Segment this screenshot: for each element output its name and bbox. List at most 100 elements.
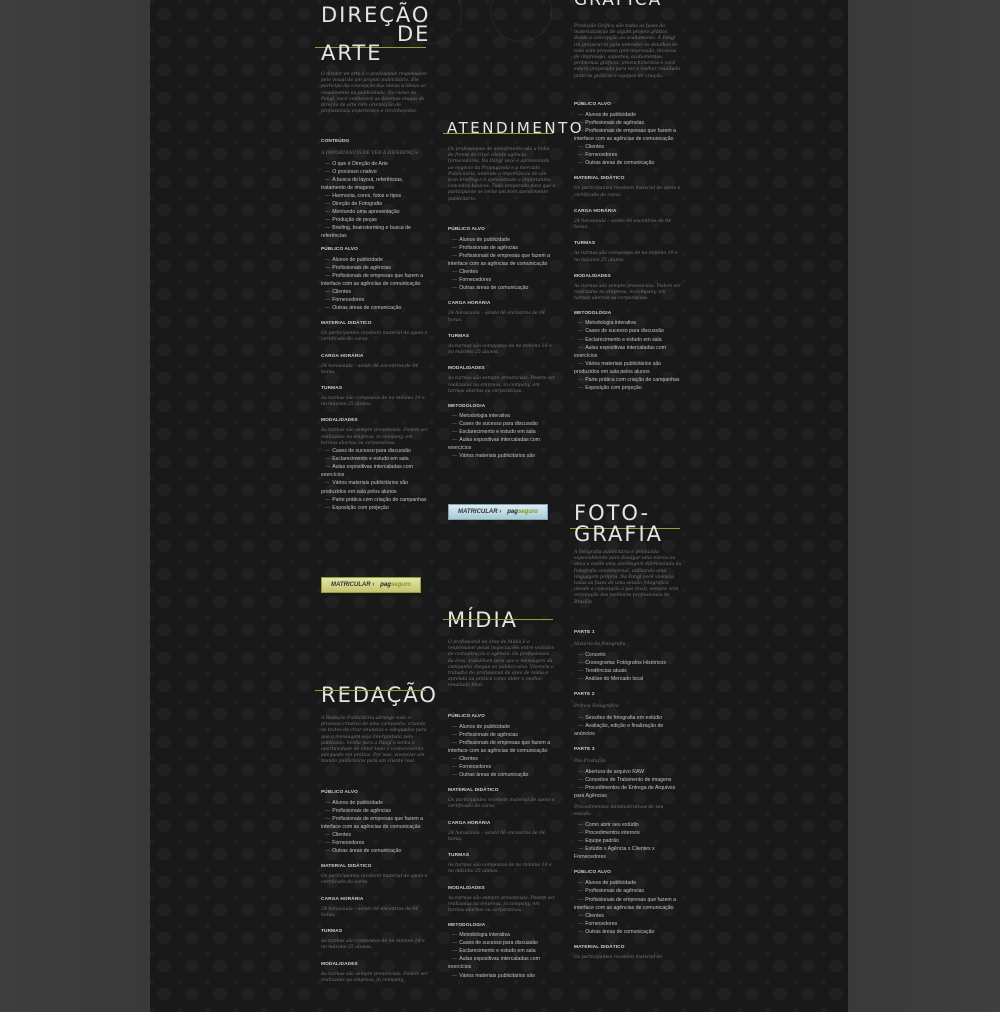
list-item: — Análise do Mercado local: [574, 675, 682, 683]
list-item-text: Profissionais de agências: [459, 731, 519, 738]
list-item: — Clientes: [574, 912, 682, 920]
list-item-text: Outras áreas de comunicação: [459, 285, 529, 292]
admin-list: — Como abrir seu estúdio — Procedimentos in…: [574, 821, 682, 861]
label-metodologia: METODOLOGIA: [574, 311, 612, 317]
turmas-text: As turmas são compostas de no mínimo 10 …: [574, 251, 678, 263]
list-item: — Exposição com projeção: [574, 384, 682, 392]
list-item-text: Aulas expositivas intercaladas com exerc…: [321, 464, 413, 479]
parte2-list: — Sessões de fotografia em estúdio — Avalia…: [574, 714, 682, 738]
list-item: — Alunos de publicidade: [321, 799, 429, 807]
dash-bullet-icon: —: [325, 256, 331, 263]
list-item-text: Alunos de publicidade: [585, 880, 636, 887]
list-item: — Esclarecimento e estudo em sala: [321, 455, 429, 463]
dash-bullet-icon: —: [578, 328, 584, 335]
list-item: — Direção de Fotografia: [321, 200, 429, 208]
dash-bullet-icon: —: [578, 838, 584, 845]
dash-bullet-icon: —: [452, 948, 458, 955]
matricular-button[interactable]: MATRICULAR › pagseguro: [321, 577, 421, 593]
list-item: — Aulas expositivas intercaladas com exer…: [321, 463, 429, 479]
material-text: Os participantes recebem material de apo…: [574, 186, 681, 198]
column-redacao: A Redação Publicitária abrange todo o pr…: [321, 716, 429, 984]
list-item: — O processo criativo: [321, 168, 429, 176]
list-item-text: Montando uma apresentação: [332, 209, 400, 216]
publico-list: — Alunos de publicidade — Profissionais de …: [321, 256, 429, 313]
dash-bullet-icon: —: [325, 799, 331, 806]
title-grafica: GRÁFICA: [574, 0, 663, 10]
dash-bullet-icon: —: [578, 785, 584, 792]
carga-text: 24 horas/aula – sendo 06 encontros de 04…: [448, 830, 546, 842]
column-grafica: Produção Gráfica são todas as fases da m…: [574, 24, 682, 392]
list-item: — Procedimentos internos: [574, 829, 682, 837]
dash-bullet-icon: —: [452, 453, 458, 460]
label-publico: PÚBLICO ALVO: [321, 789, 358, 795]
list-item: — Outras áreas de comunicação: [448, 771, 556, 779]
title-redacao: REDAÇÃO: [321, 683, 438, 707]
dash-bullet-icon: —: [578, 668, 584, 675]
publico-list: — Alunos de publicidade — Profissionais de …: [448, 236, 556, 293]
list-item: — Abertura de arquivo RAW: [574, 768, 682, 776]
list-item-text: Vários materiais publicitários são produ…: [321, 480, 409, 495]
modalidades-text: As turmas são sempre presenciais. Podem …: [448, 376, 555, 394]
list-item: — Profissionais de agências: [321, 807, 429, 815]
list-item: — Alunos de publicidade: [321, 256, 429, 264]
dash-bullet-icon: —: [325, 217, 331, 224]
dash-bullet-icon: —: [578, 128, 584, 135]
list-item: — Profissionais de agências: [448, 244, 556, 252]
publico-list: — Alunos de publicidade — Profissionais de …: [574, 111, 682, 168]
list-item: — Cases de sucesso para discussão: [448, 420, 556, 428]
list-item-text: Profissionais de empresas que fazem a in…: [448, 253, 551, 268]
modalidades-text: As turmas são sempre presenciais. Podem …: [448, 895, 555, 913]
dash-bullet-icon: —: [452, 764, 458, 771]
list-item-text: Cases de sucesso para discussão: [585, 328, 664, 335]
list-item-text: Cases de sucesso para discussão: [459, 421, 538, 427]
dash-bullet-icon: —: [578, 829, 584, 836]
dash-bullet-icon: —: [578, 385, 584, 392]
list-item: — Cronograma: Fotógrafos Históricos: [574, 659, 682, 667]
list-item-text: Equipe padrão: [585, 838, 619, 845]
list-item-text: Procedimentos internos: [585, 829, 640, 836]
list-item: — Parte prática com criação de campanhas: [321, 496, 429, 504]
dash-bullet-icon: —: [578, 119, 584, 126]
list-item-text: Fornecedores: [459, 277, 492, 284]
parte3-subtitle: Pós-Produção: [574, 758, 606, 764]
list-item: — Fornecedores: [574, 151, 682, 159]
conteudo-subtitle: A IMPORTÂNCIA DE VER A DIFERENÇA:: [321, 151, 419, 157]
list-item: — Sessões de fotografia em estúdio: [574, 714, 682, 722]
list-item: — Vários materiais publicitários são: [448, 972, 556, 980]
list-item: — Clientes: [448, 755, 556, 763]
publico-list: — Alunos de publicidade — Profissionais de …: [448, 723, 556, 780]
dash-bullet-icon: —: [452, 437, 458, 444]
metodo-list: — Cases de sucesso para discussão — Esclare…: [321, 447, 429, 512]
dash-bullet-icon: —: [325, 815, 331, 822]
list-item-text: Parte prática com criação de campanhas: [332, 496, 427, 503]
list-item-text: Alunos de publicidade: [585, 111, 636, 118]
list-item-text: Clientes: [585, 912, 604, 919]
matricular-button[interactable]: MATRICULAR › pagseguro: [448, 504, 548, 520]
list-item: — Estúdio x Agência x Clientes x Forneced…: [574, 845, 682, 861]
publico-list: — Alunos de publicidade — Profissionais de …: [574, 879, 682, 936]
list-item-text: Profissionais de agências: [459, 244, 519, 251]
list-item-text: Clientes: [459, 756, 478, 762]
title-arte: ARTE: [321, 41, 383, 65]
dash-bullet-icon: —: [578, 652, 584, 659]
dash-bullet-icon: —: [325, 504, 331, 511]
list-item-text: Alunos de publicidade: [459, 723, 510, 730]
dash-bullet-icon: —: [452, 739, 458, 746]
list-item-text: Outras áreas de comunicação: [585, 928, 655, 935]
list-item-text: Produção de peças: [332, 217, 377, 224]
list-item-text: Fornecedores: [459, 764, 492, 771]
dash-bullet-icon: —: [325, 288, 331, 295]
list-item-text: Como abrir seu estúdio: [585, 821, 639, 828]
list-item-text: O processo criativo: [332, 168, 377, 175]
pagseguro-logo: pagseguro: [380, 582, 411, 588]
turmas-text: As turmas são compostas de no mínimo 10 …: [448, 343, 552, 356]
list-item-text: Sessões de fotografia em estúdio: [585, 714, 663, 721]
dash-bullet-icon: —: [325, 264, 331, 271]
list-item: — Metodologia interativa: [448, 931, 556, 939]
list-item: — Metodologia interativa: [574, 319, 682, 327]
list-item: — Tendências atuais: [574, 667, 682, 675]
dash-bullet-icon: —: [325, 456, 331, 463]
list-item: — Profissionais de empresas que fazem a i…: [321, 815, 429, 831]
dash-bullet-icon: —: [578, 722, 584, 729]
list-item-text: Clientes: [332, 832, 351, 838]
